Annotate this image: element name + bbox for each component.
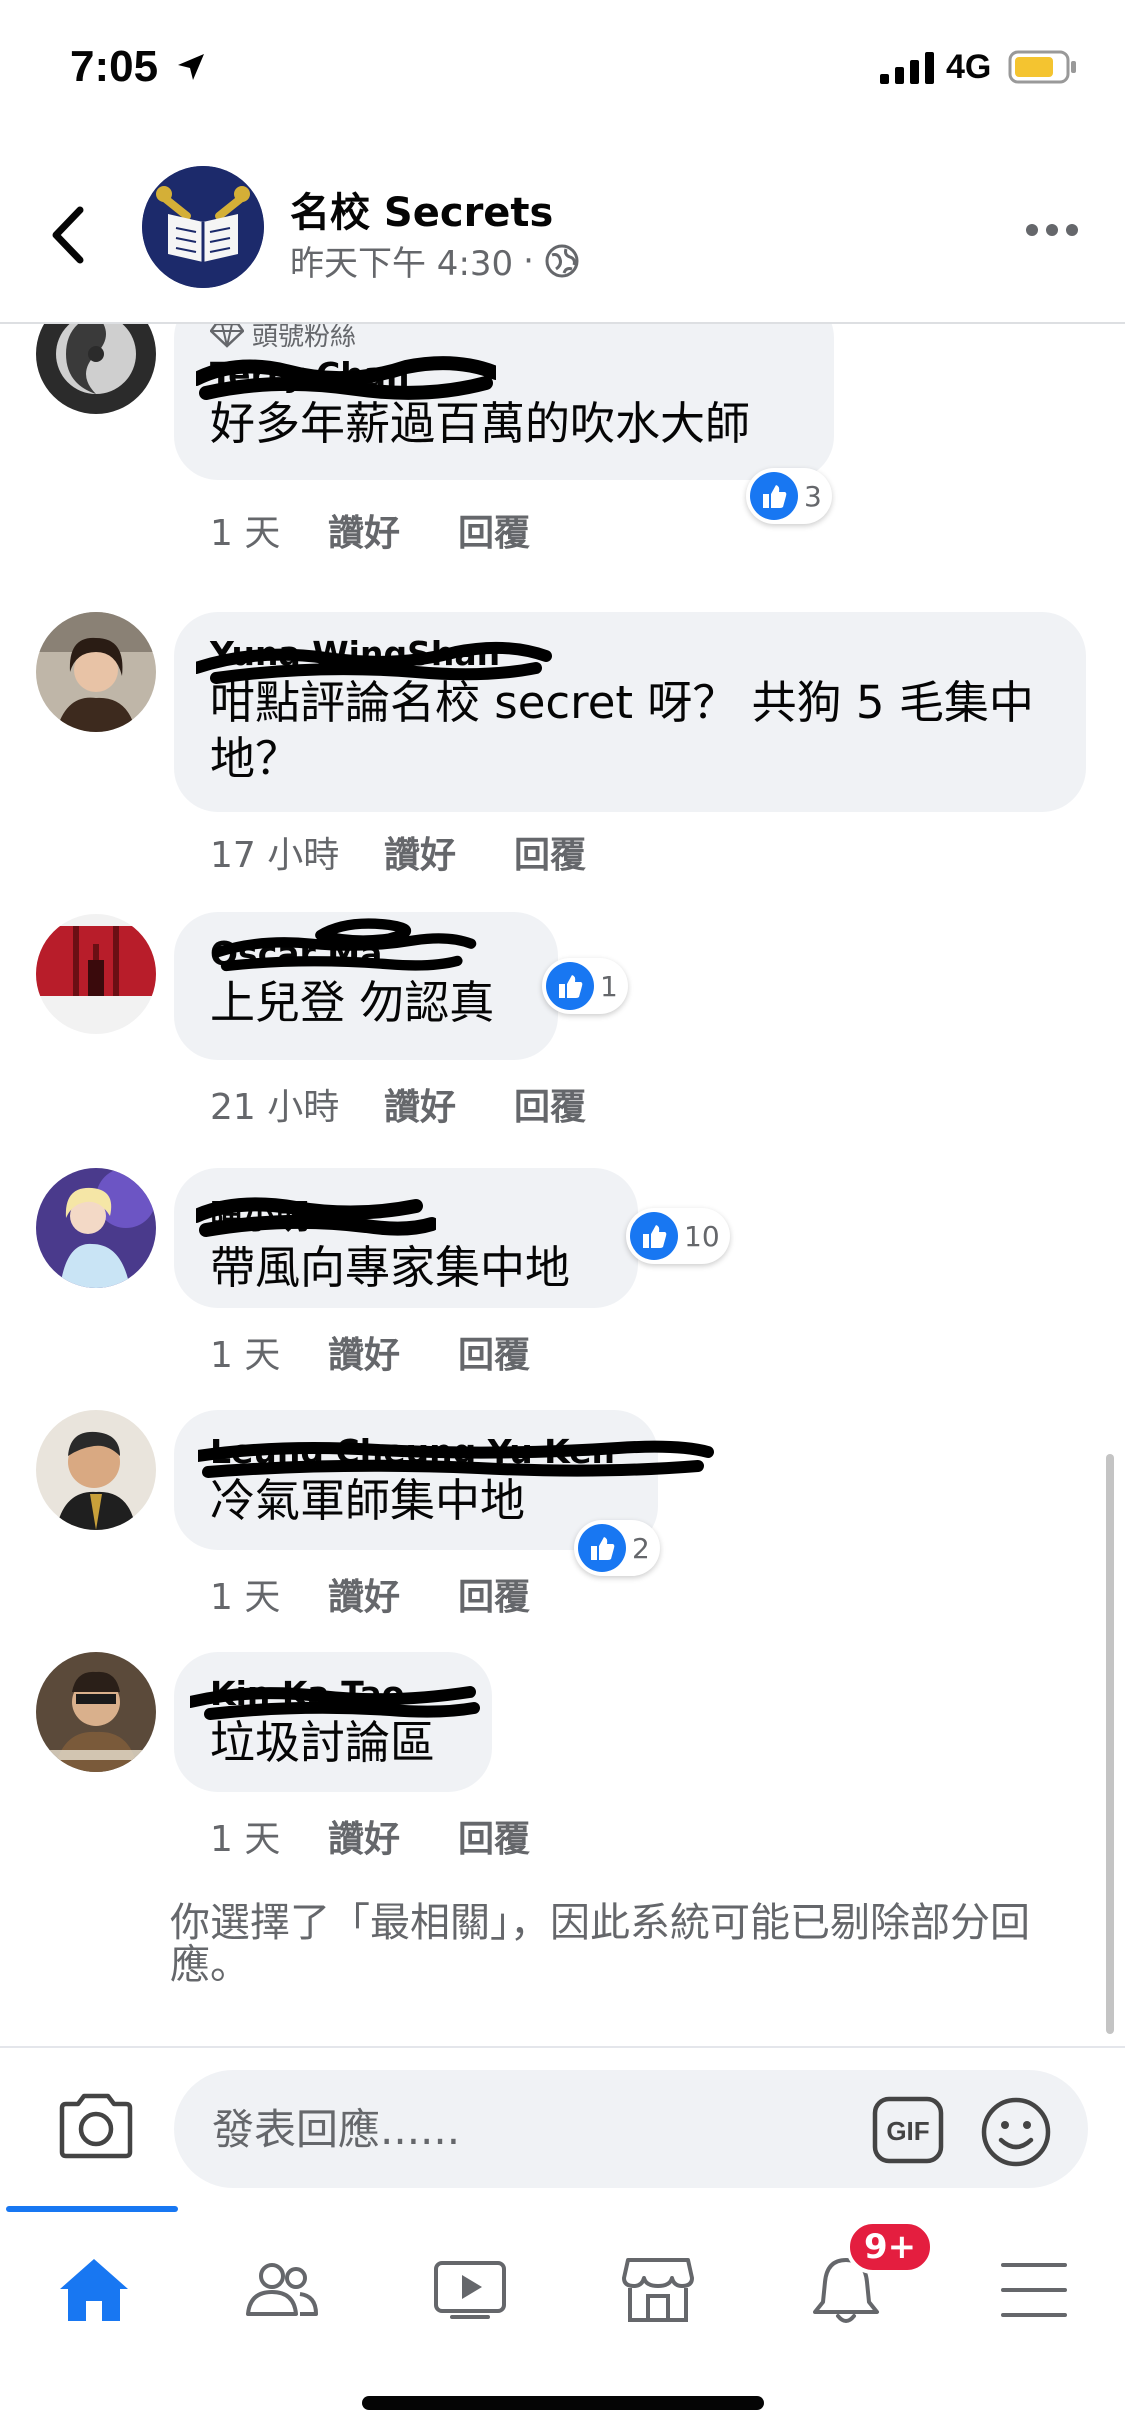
comment-actions: 21 小時 讚好 回覆: [210, 1078, 586, 1130]
reaction-count[interactable]: 10: [626, 1208, 730, 1264]
top-fan-badge: 頭號粉絲: [210, 324, 798, 353]
comment-bubble[interactable]: Kin Ka Tao 垃圾討論區: [174, 1652, 492, 1792]
comment-bubble[interactable]: Oscar Ma 上兒登 勿認真: [174, 912, 558, 1060]
commenter-avatar[interactable]: [36, 612, 156, 732]
commenter-name[interactable]: Yuna WingShan: [196, 634, 1050, 684]
like-button[interactable]: 讚好: [328, 504, 458, 556]
reply-button[interactable]: 回覆: [514, 1078, 586, 1130]
commenter-name[interactable]: Leung Cheung Yu Ken: [198, 1432, 714, 1478]
commenter-name[interactable]: Oscar Ma: [210, 918, 522, 973]
comment-actions: 1 天 讚好 回覆: [210, 1568, 530, 1620]
home-indicator: [362, 2396, 764, 2410]
comment-bubble[interactable]: 陳小明 帶風向專家集中地: [174, 1168, 638, 1308]
comment-text: 冷氣軍師集中地: [210, 1474, 526, 1527]
signal-icon: [880, 52, 934, 84]
comment-time: 21 小時: [210, 1087, 340, 1128]
like-icon: [546, 962, 594, 1010]
comment-actions: 17 小時 讚好 回覆: [210, 826, 586, 878]
comment-time: 17 小時: [210, 835, 340, 876]
like-button[interactable]: 讚好: [328, 1326, 458, 1378]
reaction-count[interactable]: 3: [746, 468, 832, 524]
comment-time: 1 天: [210, 1335, 281, 1376]
comment-actions: 1 天 讚好 回覆: [210, 1326, 530, 1378]
like-icon: [750, 472, 798, 520]
tab-marketplace[interactable]: [564, 2230, 752, 2350]
reaction-count[interactable]: 1: [542, 958, 628, 1014]
comment-time: 1 天: [210, 1577, 281, 1618]
emoji-icon[interactable]: [980, 2096, 1052, 2168]
comment-actions: 1 天 讚好 回覆: [210, 504, 530, 556]
gif-label: GIF: [886, 2116, 929, 2146]
menu-icon: [1001, 2263, 1067, 2317]
comment-bubble[interactable]: 頭號粉絲 Terry Chan 好多年薪過百萬的吹水大師: [174, 324, 834, 480]
like-button[interactable]: 讚好: [384, 826, 514, 878]
comment-time: 1 天: [210, 1819, 281, 1860]
meta-separator: ·: [523, 240, 534, 281]
status-time: 7:05: [70, 42, 159, 91]
tab-home[interactable]: [0, 2230, 188, 2350]
comment-text: 咁點評論名校 secret 呀？ 共狗 5 毛集中地？: [210, 676, 1034, 785]
group-name[interactable]: 名校 Secrets: [290, 180, 553, 238]
reply-button[interactable]: 回覆: [458, 1568, 530, 1620]
diamond-icon: [210, 324, 244, 348]
commenter-avatar[interactable]: [36, 1410, 156, 1530]
comment-bubble[interactable]: Yuna WingShan 咁點評論名校 secret 呀？ 共狗 5 毛集中地…: [174, 612, 1086, 812]
comment-text: 上兒登 勿認真: [210, 976, 495, 1029]
post-header: 名校 Secrets 昨天下午 4:30 ·: [0, 140, 1125, 324]
like-button[interactable]: 讚好: [328, 1568, 458, 1620]
comment-text: 帶風向專家集中地: [210, 1241, 571, 1294]
commenter-avatar[interactable]: [36, 1652, 156, 1772]
post-meta: 昨天下午 4:30 ·: [290, 236, 580, 285]
gif-icon[interactable]: GIF: [872, 2096, 944, 2164]
commenter-avatar[interactable]: [36, 324, 156, 414]
reply-button[interactable]: 回覆: [458, 1326, 530, 1378]
watch-icon: [434, 2261, 506, 2319]
reaction-count[interactable]: 2: [574, 1520, 660, 1576]
battery-icon: [1008, 50, 1076, 84]
reply-button[interactable]: 回覆: [458, 1810, 530, 1862]
active-tab-indicator: [6, 2206, 178, 2212]
scrollbar[interactable]: [1106, 1454, 1114, 2034]
comment-input[interactable]: [174, 2070, 1088, 2188]
status-bar: 7:05 4G: [0, 0, 1125, 140]
group-avatar[interactable]: [142, 166, 264, 288]
commenter-avatar[interactable]: [36, 1168, 156, 1288]
reply-button[interactable]: 回覆: [458, 504, 530, 556]
home-icon: [60, 2259, 128, 2321]
network-type: 4G: [946, 48, 992, 86]
notification-badge: 9+: [846, 2220, 935, 2274]
comment-composer: GIF: [0, 2046, 1125, 2206]
comment-text: 好多年薪過百萬的吹水大師: [210, 397, 751, 450]
reply-button[interactable]: 回覆: [514, 826, 586, 878]
commenter-name[interactable]: 陳小明: [196, 1190, 602, 1238]
more-icon[interactable]: [1024, 220, 1080, 240]
relevance-filter-note: 你選擇了「最相關」，因此系統可能已剔除部分回應。: [170, 1900, 1030, 1988]
like-icon: [578, 1524, 626, 1572]
commenter-avatar[interactable]: [36, 914, 156, 1034]
like-icon: [630, 1212, 678, 1260]
comment-text: 垃圾討論區: [210, 1716, 436, 1769]
commenter-name[interactable]: Terry Chan: [196, 355, 798, 400]
like-button[interactable]: 讚好: [328, 1810, 458, 1862]
comment-actions: 1 天 讚好 回覆: [210, 1810, 530, 1862]
tab-watch[interactable]: [376, 2230, 564, 2350]
book-logo-icon: [142, 166, 264, 288]
friends-icon: [246, 2263, 318, 2316]
back-arrow-icon[interactable]: [42, 200, 94, 270]
comment-time: 1 天: [210, 513, 281, 554]
tab-friends[interactable]: [188, 2230, 376, 2350]
camera-icon[interactable]: [56, 2090, 136, 2162]
tab-menu[interactable]: [940, 2230, 1125, 2350]
location-arrow-icon: [178, 54, 204, 80]
marketplace-icon: [622, 2258, 694, 2322]
globe-icon: [545, 244, 579, 277]
comments-list: 頭號粉絲 Terry Chan 好多年薪過百萬的吹水大師 3 1 天 讚好 回覆: [0, 324, 1125, 2046]
post-time: 昨天下午 4:30: [290, 244, 514, 284]
commenter-name[interactable]: Kin Ka Tao: [190, 1674, 480, 1720]
like-button[interactable]: 讚好: [384, 1078, 514, 1130]
